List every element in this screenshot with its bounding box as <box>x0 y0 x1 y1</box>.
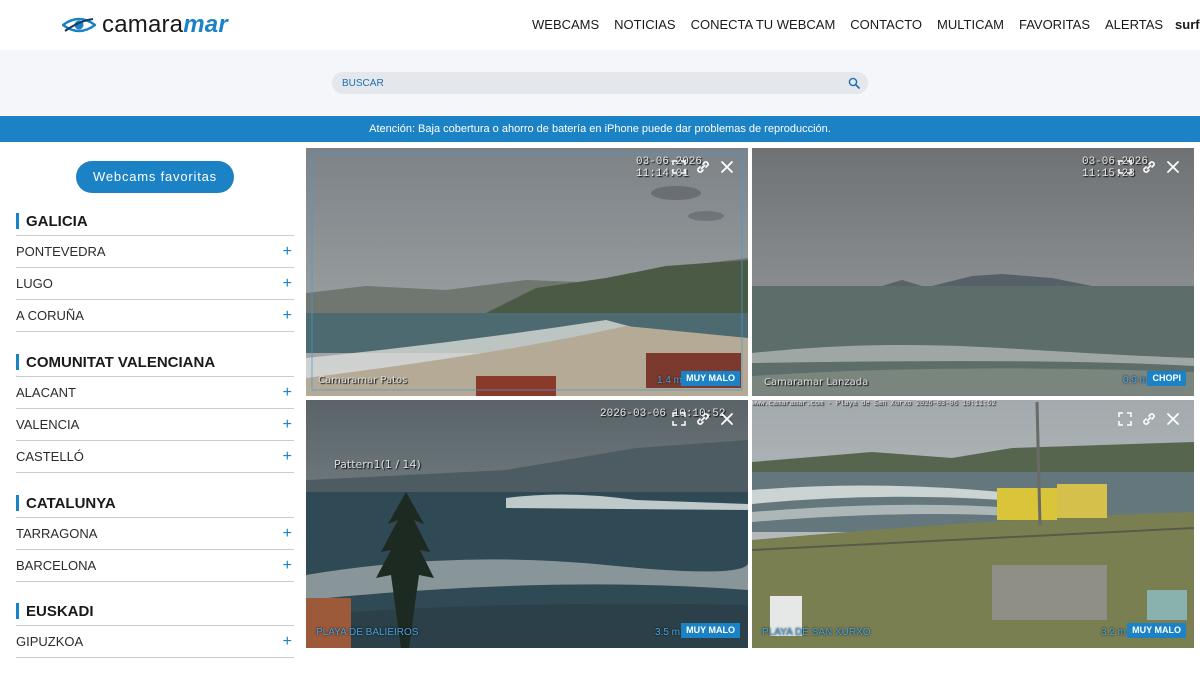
surf-quality-badge: MUY MALO <box>681 371 740 386</box>
alert-banner: Atención: Baja cobertura o ahorro de bat… <box>0 116 1200 142</box>
expand-plus-icon[interactable]: + <box>283 633 294 651</box>
wave-height: 3.5 m <box>654 627 680 638</box>
region-title[interactable]: CATALUNYA <box>16 492 294 514</box>
webcam-image <box>306 148 748 396</box>
province-castello[interactable]: CASTELLÓ + <box>16 441 294 473</box>
nav-noticias[interactable]: NOTICIAS <box>614 17 675 32</box>
sidebar: Webcams favoritas GALICIA PONTEVEDRA + LU… <box>0 142 300 675</box>
province-barcelona[interactable]: BARCELONA + <box>16 550 294 582</box>
province-pontevedra[interactable]: PONTEVEDRA + <box>16 236 294 268</box>
wave-height: 3.2 m <box>1100 627 1126 638</box>
nav-conecta-tu-webcam[interactable]: CONECTA TU WEBCAM <box>691 17 836 32</box>
close-icon[interactable] <box>718 158 736 176</box>
region-title[interactable]: GALICIA <box>16 210 294 232</box>
region-galicia: GALICIA PONTEVEDRA + LUGO + A CORUÑA + <box>16 210 294 332</box>
webcam-tools <box>670 158 736 176</box>
expand-icon[interactable] <box>670 158 688 176</box>
nav-contacto[interactable]: CONTACTO <box>850 17 922 32</box>
wave-height: 0.9 m <box>1122 375 1148 386</box>
webcam-name[interactable]: PLAYA DE SAN XURXO <box>762 627 871 638</box>
webcam-watermark: Camaramar Lanzada <box>764 377 869 388</box>
expand-icon[interactable] <box>1116 158 1134 176</box>
expand-icon[interactable] <box>1116 410 1134 428</box>
webcam-tools <box>670 410 736 428</box>
expand-plus-icon[interactable]: + <box>283 448 294 466</box>
nav-favoritas[interactable]: FAVORITAS <box>1019 17 1090 32</box>
webcam-watermark: Pattern1(1 / 14) <box>334 458 421 471</box>
search-input[interactable] <box>342 72 832 94</box>
logo[interactable]: camaramar <box>62 10 228 40</box>
webcam-name[interactable]: PLAYA DE BALIEIROS <box>316 627 418 638</box>
search-box <box>332 72 868 94</box>
header: camaramar WEBCAMS NOTICIAS CONECTA TU WE… <box>0 0 1200 50</box>
link-icon[interactable] <box>1140 158 1158 176</box>
wave-height: 1.4 m <box>656 375 682 386</box>
expand-plus-icon[interactable]: + <box>283 525 294 543</box>
webcam-tile[interactable]: www.camaramar.com - Playa de San Xurxo 2… <box>752 400 1194 648</box>
main-nav: WEBCAMS NOTICIAS CONECTA TU WEBCAM CONTA… <box>532 17 1200 32</box>
province-tarragona[interactable]: TARRAGONA + <box>16 518 294 550</box>
nav-webcams[interactable]: WEBCAMS <box>532 17 599 32</box>
search-band <box>0 50 1200 116</box>
nav-multicam[interactable]: MULTICAM <box>937 17 1004 32</box>
province-valencia[interactable]: VALENCIA + <box>16 409 294 441</box>
province-gipuzkoa[interactable]: GIPUZKOA + <box>16 626 294 658</box>
surf-quality-badge: CHOPI <box>1147 371 1186 386</box>
webcam-tile[interactable]: 03-06-2026 11:14:01 Camaramar Patos 1.4 … <box>306 148 748 396</box>
webcam-image <box>752 400 1194 648</box>
search-icon[interactable] <box>848 77 860 89</box>
favorite-webcams-button[interactable]: Webcams favoritas <box>76 161 234 193</box>
region-catalunya: CATALUNYA TARRAGONA + BARCELONA + <box>16 492 294 582</box>
region-title[interactable]: COMUNITAT VALENCIANA <box>16 351 294 373</box>
nav-surfmarket[interactable]: surfmarket <box>1175 17 1200 32</box>
expand-icon[interactable] <box>670 410 688 428</box>
close-icon[interactable] <box>1164 410 1182 428</box>
expand-plus-icon[interactable]: + <box>283 275 294 293</box>
webcam-tile[interactable]: 2026-03-06 10:10:52 Pattern1(1 / 14) PLA… <box>306 400 748 648</box>
webcam-image <box>306 400 748 648</box>
webcam-image <box>752 148 1194 396</box>
expand-plus-icon[interactable]: + <box>283 307 294 325</box>
webcam-watermark: Camaramar Patos <box>318 375 408 386</box>
logo-text: camaramar <box>102 11 228 38</box>
surf-quality-badge: MUY MALO <box>681 623 740 638</box>
region-euskadi: EUSKADI GIPUZKOA + <box>16 600 294 658</box>
region-title[interactable]: EUSKADI <box>16 600 294 622</box>
close-icon[interactable] <box>718 410 736 428</box>
close-icon[interactable] <box>1164 158 1182 176</box>
expand-plus-icon[interactable]: + <box>283 416 294 434</box>
province-lugo[interactable]: LUGO + <box>16 268 294 300</box>
expand-plus-icon[interactable]: + <box>283 557 294 575</box>
webcam-timestamp: www.camaramar.com - Playa de San Xurxo 2… <box>752 400 996 408</box>
surf-quality-badge: MUY MALO <box>1127 623 1186 638</box>
nav-alertas[interactable]: ALERTAS <box>1105 17 1163 32</box>
province-alacant[interactable]: ALACANT + <box>16 377 294 409</box>
link-icon[interactable] <box>1140 410 1158 428</box>
webcam-tile[interactable]: 03-06-2026 11:15:23 Camaramar Lanzada 0.… <box>752 148 1194 396</box>
webcam-tools <box>1116 410 1182 428</box>
region-comunitat-valenciana: COMUNITAT VALENCIANA ALACANT + VALENCIA + … <box>16 351 294 473</box>
expand-plus-icon[interactable]: + <box>283 384 294 402</box>
province-a-coruna[interactable]: A CORUÑA + <box>16 300 294 332</box>
expand-plus-icon[interactable]: + <box>283 243 294 261</box>
webcam-tools <box>1116 158 1182 176</box>
link-icon[interactable] <box>694 158 712 176</box>
eye-logo-icon <box>62 17 96 33</box>
link-icon[interactable] <box>694 410 712 428</box>
